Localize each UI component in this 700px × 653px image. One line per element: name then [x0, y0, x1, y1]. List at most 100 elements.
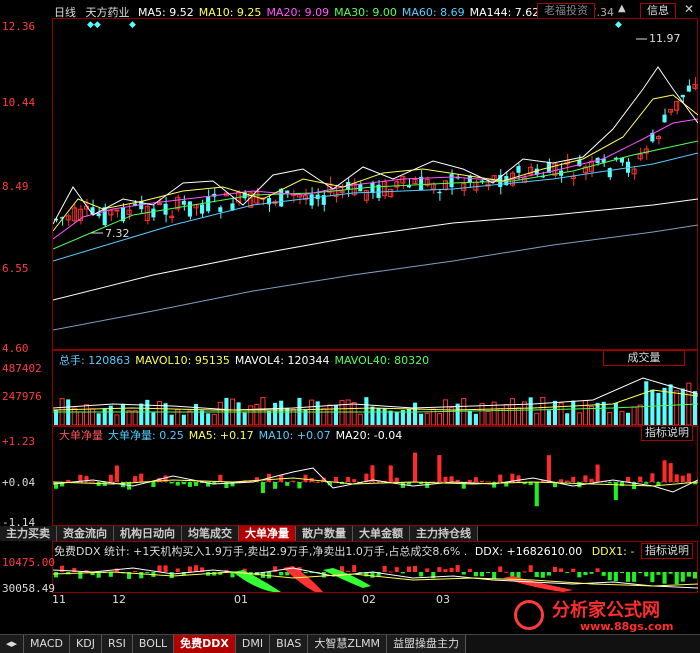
time-axis-label: 11: [52, 593, 66, 606]
indicator-tab[interactable]: 机构日动向: [114, 526, 182, 541]
bottom-indicator-tab[interactable]: 益盟操盘主力: [387, 635, 467, 653]
bottom-indicator-tab[interactable]: BOLL: [132, 635, 175, 653]
volume-bar: [333, 404, 338, 425]
volume-bar: [625, 412, 631, 425]
volume-bar: [546, 410, 551, 425]
tab-scroll-icon[interactable]: ◂▸: [0, 635, 25, 653]
indicator-tab[interactable]: 主力持仓线: [410, 526, 478, 541]
bottom-indicator-tab[interactable]: BIAS: [270, 635, 309, 653]
ddx-bar: [400, 572, 405, 574]
net-flow-bar: [674, 474, 679, 482]
mavol4-line: [53, 377, 698, 411]
candle-body: [200, 204, 205, 214]
bottom-indicator-tab[interactable]: 大智慧ZLMM: [308, 635, 388, 653]
ddx-value: DDX: +1682610.00: [474, 545, 583, 558]
volume-bar: [540, 396, 546, 425]
volume-bar: [497, 408, 503, 425]
volume-bar: [71, 407, 77, 425]
close-icon[interactable]: ✕: [684, 2, 694, 16]
net-flow-bar: [333, 477, 338, 482]
scroll-up-icon[interactable]: ▲: [618, 3, 626, 14]
ddx-bar: [419, 572, 424, 577]
bottom-indicator-tab[interactable]: 免费DDX: [174, 635, 236, 653]
volume-bar: [406, 408, 412, 425]
volume-bar: [588, 406, 595, 425]
ddx-bar: [437, 567, 442, 572]
ddx-bar: [680, 572, 685, 582]
indicator-tab[interactable]: 均笔成交: [182, 526, 239, 541]
net-flow-bar: [114, 465, 119, 482]
ddx-bar: [686, 572, 691, 577]
bottom-indicator-tab[interactable]: RSI: [101, 635, 133, 653]
ddx-bar: [540, 572, 545, 578]
ddx-bar: [613, 572, 618, 582]
net-flow-bar: [437, 455, 442, 482]
volume-bar: [327, 404, 333, 425]
note-button[interactable]: 老福投资: [537, 3, 595, 19]
volume-bar: [528, 397, 533, 425]
net-flow-bar: [443, 476, 448, 482]
time-axis-label: 02: [362, 593, 376, 606]
ddx-bar: [388, 571, 393, 573]
indicator-tab-bar: 主力买卖 资金流向 机构日动向 均笔成交 大单净量 散户数量 大单金额 主力持仓线: [0, 526, 700, 541]
ma30-line: [53, 140, 698, 250]
net-flow-help-button[interactable]: 指标说明: [641, 425, 693, 441]
ddx-bar: [692, 572, 697, 579]
ddx-bar: [577, 572, 582, 578]
indicator-tab[interactable]: 大单净量: [239, 526, 296, 541]
volume-bar: [662, 387, 667, 425]
ddx-bar: [583, 572, 588, 575]
volume-bar: [248, 405, 254, 425]
info-button[interactable]: 信息: [640, 3, 676, 19]
ddx-bar: [187, 566, 192, 572]
volume-bar: [96, 413, 101, 425]
ddx-ribbon-red: [503, 576, 573, 592]
volume-bar: [187, 410, 193, 425]
volume-bar: [382, 408, 387, 425]
ddx-help-button[interactable]: 指标说明: [641, 543, 693, 559]
indicator-tab[interactable]: 主力买卖: [0, 526, 57, 541]
ddx-bar: [346, 570, 351, 572]
bottom-indicator-tab[interactable]: DMI: [235, 635, 271, 653]
net-flow-axis-label: +0.04: [2, 476, 36, 489]
volume-bar: [650, 389, 655, 425]
ddx-stats: 免费DDX 统计: +1天机构买入1.9万手,卖出2.9万手,净卖出1.0万手,…: [54, 543, 634, 559]
indicator-tab[interactable]: 散户数量: [296, 526, 353, 541]
volume-bar: [668, 384, 673, 425]
net-flow-bar: [680, 475, 685, 482]
ddx-bar: [473, 572, 478, 577]
net-flow-bar: [352, 479, 357, 482]
ddx-bar: [552, 567, 558, 572]
ddx-bar: [632, 572, 637, 582]
net-flow-bar: [644, 482, 649, 484]
ddx-bar: [413, 565, 418, 572]
candle-body: [151, 208, 156, 218]
volume-bar: [473, 413, 478, 425]
net-flow-bar: [394, 477, 399, 482]
ddx-bar: [163, 565, 168, 572]
volume-bar: [77, 411, 83, 425]
volume-bar: [254, 404, 260, 425]
net-flow-bar: [479, 480, 485, 482]
indicator-tab[interactable]: 大单金额: [353, 526, 410, 541]
net-flow-bar: [498, 474, 503, 482]
ddx-bar: [382, 565, 387, 572]
volume-bar: [576, 412, 582, 425]
indicator-tab[interactable]: 资金流向: [57, 526, 114, 541]
net-flow-bar: [595, 464, 600, 482]
bottom-indicator-tab[interactable]: MACD: [24, 635, 71, 653]
bottom-indicator-tab[interactable]: KDJ: [70, 635, 102, 653]
volume-bar: [357, 413, 363, 425]
volume-bar: [637, 404, 643, 425]
ddx-bar: [108, 572, 113, 577]
volume-bar: [461, 398, 467, 425]
ddx-bar: [455, 565, 460, 572]
candle-body: [680, 94, 685, 98]
volume-bar: [674, 390, 680, 425]
ddx1-value: DDX1: -: [591, 545, 635, 558]
ddx-bar: [479, 572, 485, 577]
ddx-bar: [595, 568, 600, 572]
ddx-bar: [461, 572, 466, 575]
net-flow-bar: [66, 479, 71, 482]
volume-bar: [582, 399, 588, 425]
